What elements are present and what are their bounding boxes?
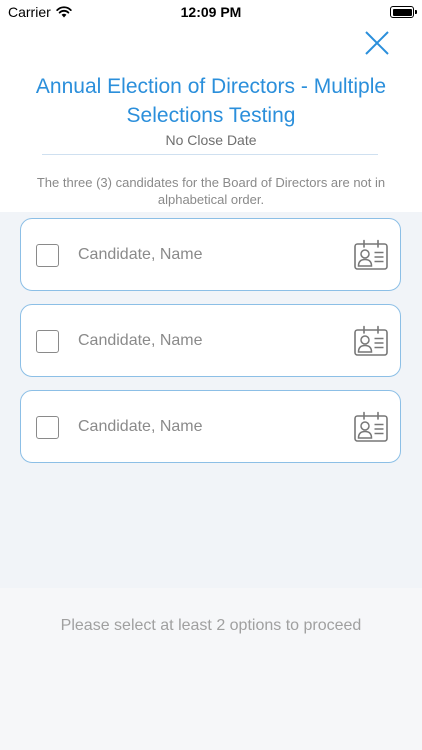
candidate-name: Candidate, Name [78,332,203,349]
close-date-label: No Close Date [165,132,257,148]
id-card-icon[interactable] [354,239,388,271]
id-card-icon[interactable] [354,411,388,443]
selection-requirement-message: Please select at least 2 options to proc… [60,617,362,634]
close-button[interactable] [360,26,394,60]
page-title: Annual Election of Directors - Multiple … [35,75,387,127]
id-card-icon[interactable] [354,325,388,357]
candidate-name: Candidate, Name [78,418,203,435]
checkbox-unchecked-icon[interactable] [36,330,59,353]
status-time: 12:09 PM [180,4,242,20]
checkbox-unchecked-icon[interactable] [36,244,59,267]
candidate-card[interactable]: Candidate, Name [20,304,401,377]
election-description: The three (3) candidates for the Board o… [36,175,386,207]
candidate-name: Candidate, Name [78,246,203,263]
footer-area [0,588,422,750]
divider [42,154,378,155]
checkbox-unchecked-icon[interactable] [36,416,59,439]
candidate-card[interactable]: Candidate, Name [20,390,401,463]
candidate-card[interactable]: Candidate, Name [20,218,401,291]
battery-icon [390,6,417,18]
status-bar: Carrier 12:09 PM [0,0,422,24]
close-icon [365,31,389,55]
